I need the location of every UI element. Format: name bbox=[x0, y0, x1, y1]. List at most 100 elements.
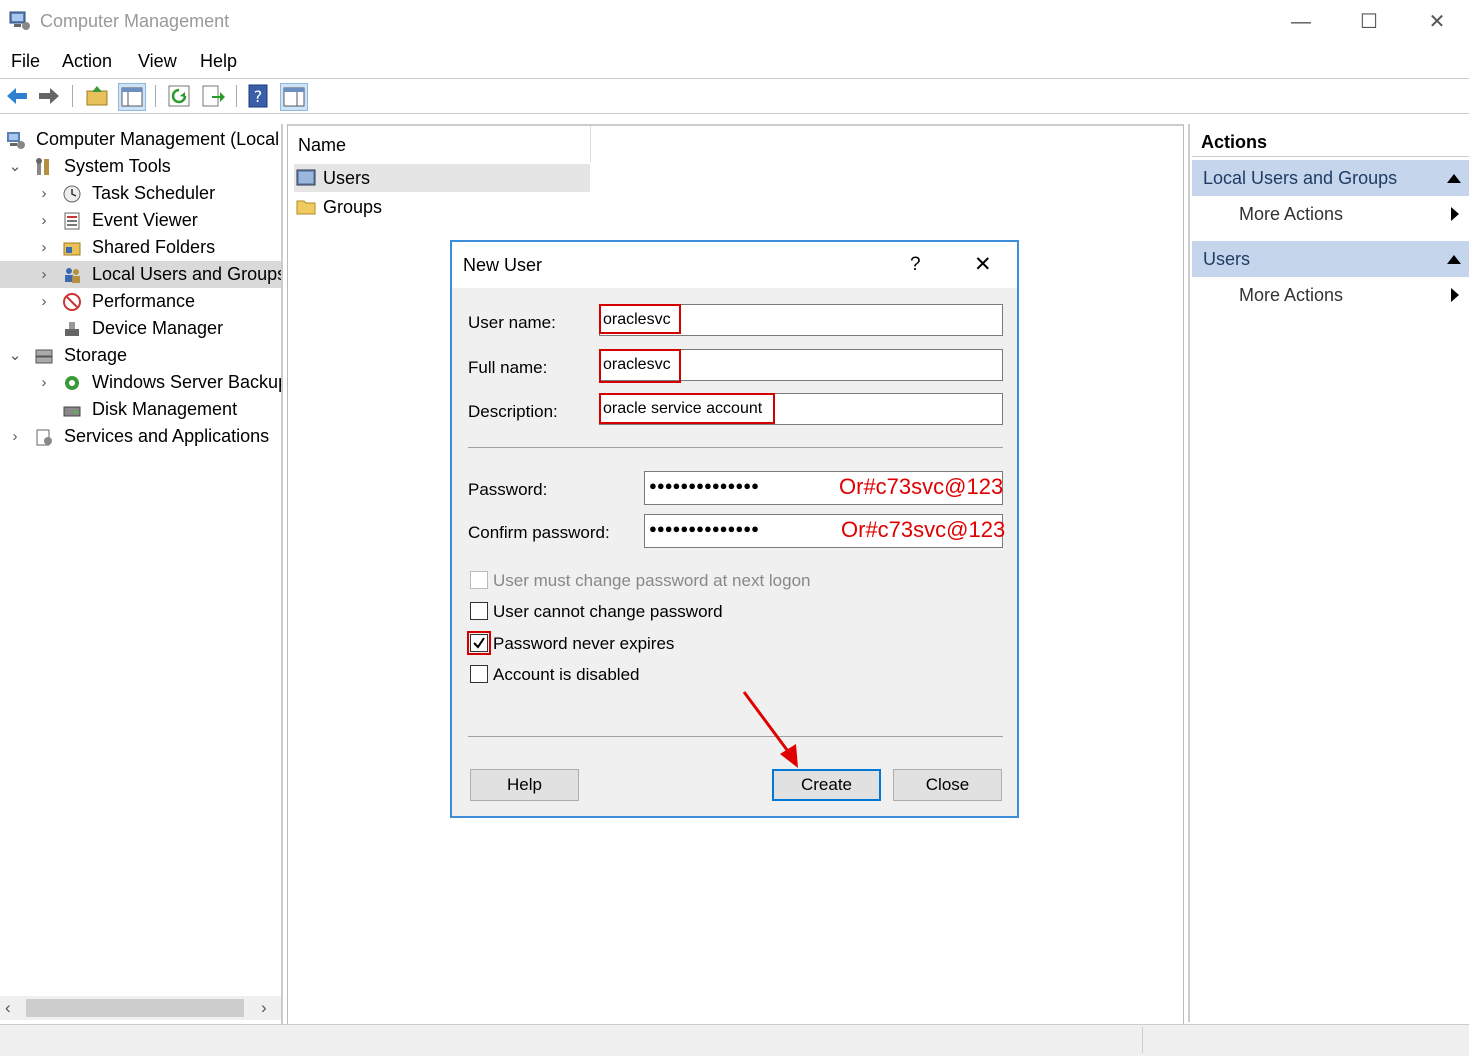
password-never-expires-label: Password never expires bbox=[493, 634, 675, 653]
tree-label: Disk Management bbox=[92, 399, 238, 419]
chevron-down-icon[interactable]: ⌄ bbox=[8, 153, 22, 180]
account-disabled-label: Account is disabled bbox=[493, 665, 640, 684]
computer-management-icon bbox=[9, 11, 30, 30]
help-icon[interactable]: ? bbox=[246, 83, 272, 109]
status-divider bbox=[1142, 1027, 1143, 1053]
users-group-icon bbox=[65, 268, 80, 283]
system-tools-icon bbox=[36, 158, 49, 175]
dialog-help-button[interactable]: ? bbox=[910, 254, 921, 276]
menu-action[interactable]: Action bbox=[62, 51, 112, 72]
more-actions-local-users[interactable]: More Actions bbox=[1192, 196, 1469, 232]
title-bar: Computer Management — ☐ ✕ bbox=[0, 0, 1469, 44]
tree-item-root[interactable]: Computer Management (Local bbox=[0, 126, 281, 153]
chevron-right-icon[interactable]: › bbox=[37, 234, 51, 261]
tree-item-local-users-groups[interactable]: › Local Users and Groups bbox=[0, 261, 281, 288]
tree-item-task-scheduler[interactable]: › Task Scheduler bbox=[0, 180, 281, 207]
confirm-password-input[interactable]: ●●●●●●●●●●●●●● Or#c73svc@123 bbox=[644, 514, 1005, 548]
actions-section-users[interactable]: Users bbox=[1192, 241, 1469, 277]
show-hide-tree-icon[interactable] bbox=[118, 83, 146, 111]
maximize-button[interactable]: ☐ bbox=[1346, 8, 1392, 36]
must-change-password-checkbox[interactable] bbox=[470, 571, 488, 589]
chevron-right-icon[interactable]: › bbox=[37, 288, 51, 315]
users-folder-icon bbox=[296, 169, 316, 186]
annotation-box bbox=[599, 393, 775, 424]
tree-item-performance[interactable]: › Performance bbox=[0, 288, 281, 315]
tree-item-device-manager[interactable]: Device Manager bbox=[0, 315, 281, 342]
tree-item-shared-folders[interactable]: › Shared Folders bbox=[0, 234, 281, 261]
password-mask: ●●●●●●●●●●●●●● bbox=[649, 478, 759, 493]
tree-item-storage[interactable]: ⌄ Storage bbox=[0, 342, 281, 369]
toolbar: ? bbox=[0, 79, 1469, 114]
more-actions-users[interactable]: More Actions bbox=[1192, 277, 1469, 313]
tree-item-system-tools[interactable]: ⌄ System Tools bbox=[0, 153, 281, 180]
password-annotation: Or#c73svc@123 bbox=[839, 474, 1004, 499]
actions-section-local-users[interactable]: Local Users and Groups bbox=[1192, 160, 1469, 196]
chevron-right-icon[interactable]: › bbox=[37, 261, 51, 288]
export-list-icon[interactable] bbox=[200, 83, 226, 109]
tree-label: Shared Folders bbox=[92, 237, 216, 257]
cannot-change-password-checkbox[interactable] bbox=[470, 602, 488, 620]
dialog-close-button[interactable]: ✕ bbox=[974, 252, 992, 277]
chevron-right-icon[interactable]: › bbox=[8, 423, 22, 450]
section-label: Local Users and Groups bbox=[1203, 168, 1398, 188]
action-label: More Actions bbox=[1239, 285, 1344, 305]
confirm-password-label: Confirm password: bbox=[468, 523, 610, 542]
show-action-pane-icon[interactable] bbox=[280, 83, 308, 111]
device-manager-icon bbox=[65, 322, 79, 336]
tree-item-disk-management[interactable]: Disk Management bbox=[0, 396, 281, 423]
computer-management-icon bbox=[7, 132, 25, 149]
username-label: User name: bbox=[468, 313, 556, 332]
services-icon bbox=[36, 429, 52, 446]
chevron-right-icon[interactable]: › bbox=[37, 180, 51, 207]
menu-view[interactable]: View bbox=[138, 51, 177, 72]
chevron-down-icon[interactable]: ⌄ bbox=[8, 342, 22, 369]
collapse-up-icon[interactable] bbox=[1447, 174, 1461, 183]
list-item-users[interactable]: Users bbox=[294, 164, 590, 192]
dialog-title: New User bbox=[463, 255, 543, 275]
chevron-right-icon[interactable]: › bbox=[37, 207, 51, 234]
back-arrow-icon[interactable] bbox=[4, 83, 30, 109]
disk-icon bbox=[63, 406, 81, 417]
list-item-groups[interactable]: Groups bbox=[294, 193, 590, 221]
action-label: More Actions bbox=[1239, 204, 1344, 224]
clock-icon bbox=[63, 185, 81, 203]
password-label: Password: bbox=[468, 480, 548, 499]
annotation-box bbox=[599, 349, 681, 383]
new-user-dialog: New User ? ✕ User name: oraclesvc Full n… bbox=[450, 240, 1019, 818]
forward-arrow-icon[interactable] bbox=[36, 83, 62, 109]
menu-file[interactable]: File bbox=[11, 51, 40, 72]
refresh-icon[interactable] bbox=[166, 83, 192, 109]
tree-item-services-applications[interactable]: › Services and Applications bbox=[0, 423, 281, 450]
collapse-up-icon[interactable] bbox=[1447, 255, 1461, 264]
tree-item-windows-server-backup[interactable]: › Windows Server Backup bbox=[0, 369, 282, 396]
close-window-button[interactable]: ✕ bbox=[1414, 8, 1460, 36]
scroll-left-icon[interactable]: ‹ bbox=[5, 998, 11, 1018]
fullname-label: Full name: bbox=[468, 358, 548, 377]
tree-horizontal-scrollbar[interactable]: ‹ › bbox=[0, 996, 281, 1020]
up-folder-icon[interactable] bbox=[84, 83, 110, 109]
chevron-right-icon[interactable]: › bbox=[37, 369, 51, 396]
close-button[interactable]: Close bbox=[893, 769, 1002, 801]
tree-label: System Tools bbox=[64, 156, 171, 176]
scroll-right-icon[interactable]: › bbox=[261, 998, 267, 1018]
minimize-button[interactable]: — bbox=[1278, 8, 1324, 36]
menu-bar: File Action View Help bbox=[0, 44, 1469, 79]
account-disabled-checkbox[interactable] bbox=[470, 665, 488, 683]
toolbar-separator bbox=[236, 85, 237, 107]
column-header-label: Name bbox=[298, 135, 347, 155]
scroll-thumb[interactable] bbox=[26, 999, 244, 1017]
folder-icon bbox=[296, 200, 316, 215]
password-input[interactable]: ●●●●●●●●●●●●●● Or#c73svc@123 bbox=[644, 471, 1003, 505]
tree-label: Event Viewer bbox=[92, 210, 198, 230]
window-title: Computer Management bbox=[40, 11, 230, 31]
cannot-change-password-label: User cannot change password bbox=[493, 602, 723, 621]
tree-label: Storage bbox=[64, 345, 128, 365]
submenu-arrow-icon bbox=[1451, 288, 1459, 302]
column-header-name[interactable]: Name bbox=[288, 126, 591, 162]
tree-item-event-viewer[interactable]: › Event Viewer bbox=[0, 207, 281, 234]
menu-help[interactable]: Help bbox=[200, 51, 237, 72]
must-change-password-label: User must change password at next logon bbox=[493, 571, 811, 590]
help-button[interactable]: Help bbox=[470, 769, 579, 801]
status-bar bbox=[0, 1024, 1469, 1056]
confirm-password-mask: ●●●●●●●●●●●●●● bbox=[649, 521, 759, 536]
